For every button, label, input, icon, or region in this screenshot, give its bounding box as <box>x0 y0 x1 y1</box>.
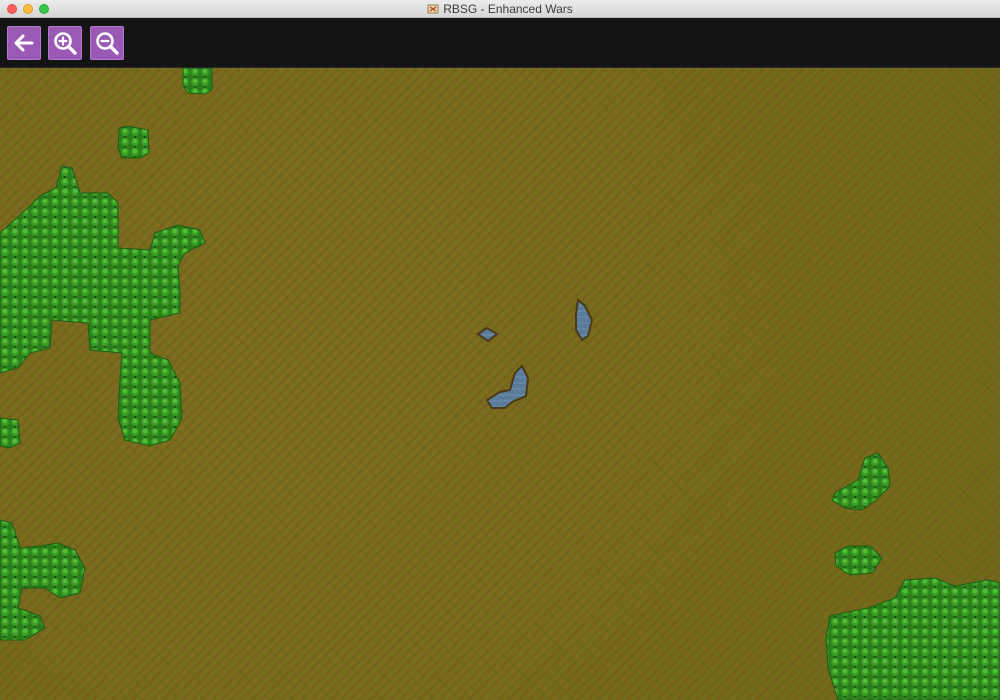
game-window: RBSG - Enhanced Wars <box>0 0 1000 700</box>
forest-patch <box>0 417 21 449</box>
water-pond <box>575 298 594 342</box>
zoom-in-icon <box>54 32 77 55</box>
game-map[interactable] <box>0 68 1000 700</box>
forest-patch <box>831 452 891 511</box>
water-pond <box>485 364 530 409</box>
title-bar: RBSG - Enhanced Wars <box>0 0 1000 18</box>
back-button[interactable] <box>7 26 41 60</box>
forest-patch <box>117 125 150 159</box>
window-title: RBSG - Enhanced Wars <box>443 2 573 16</box>
forest-patch <box>825 577 1000 700</box>
title-container: RBSG - Enhanced Wars <box>0 0 1000 18</box>
app-icon <box>427 4 439 14</box>
zoom-out-icon <box>96 32 119 55</box>
minimize-window-button[interactable] <box>23 4 33 14</box>
close-window-button[interactable] <box>7 4 17 14</box>
zoom-in-button[interactable] <box>48 26 82 60</box>
zoom-out-button[interactable] <box>90 26 124 60</box>
forest-patch <box>834 545 883 576</box>
maximize-window-button[interactable] <box>39 4 49 14</box>
toolbar <box>0 18 1000 68</box>
forest-patch <box>0 165 206 447</box>
arrow-left-icon <box>14 34 34 52</box>
forest-patch <box>0 519 86 641</box>
water-pond <box>476 326 499 343</box>
forest-patch <box>182 68 213 95</box>
map-terrain <box>0 68 1000 700</box>
